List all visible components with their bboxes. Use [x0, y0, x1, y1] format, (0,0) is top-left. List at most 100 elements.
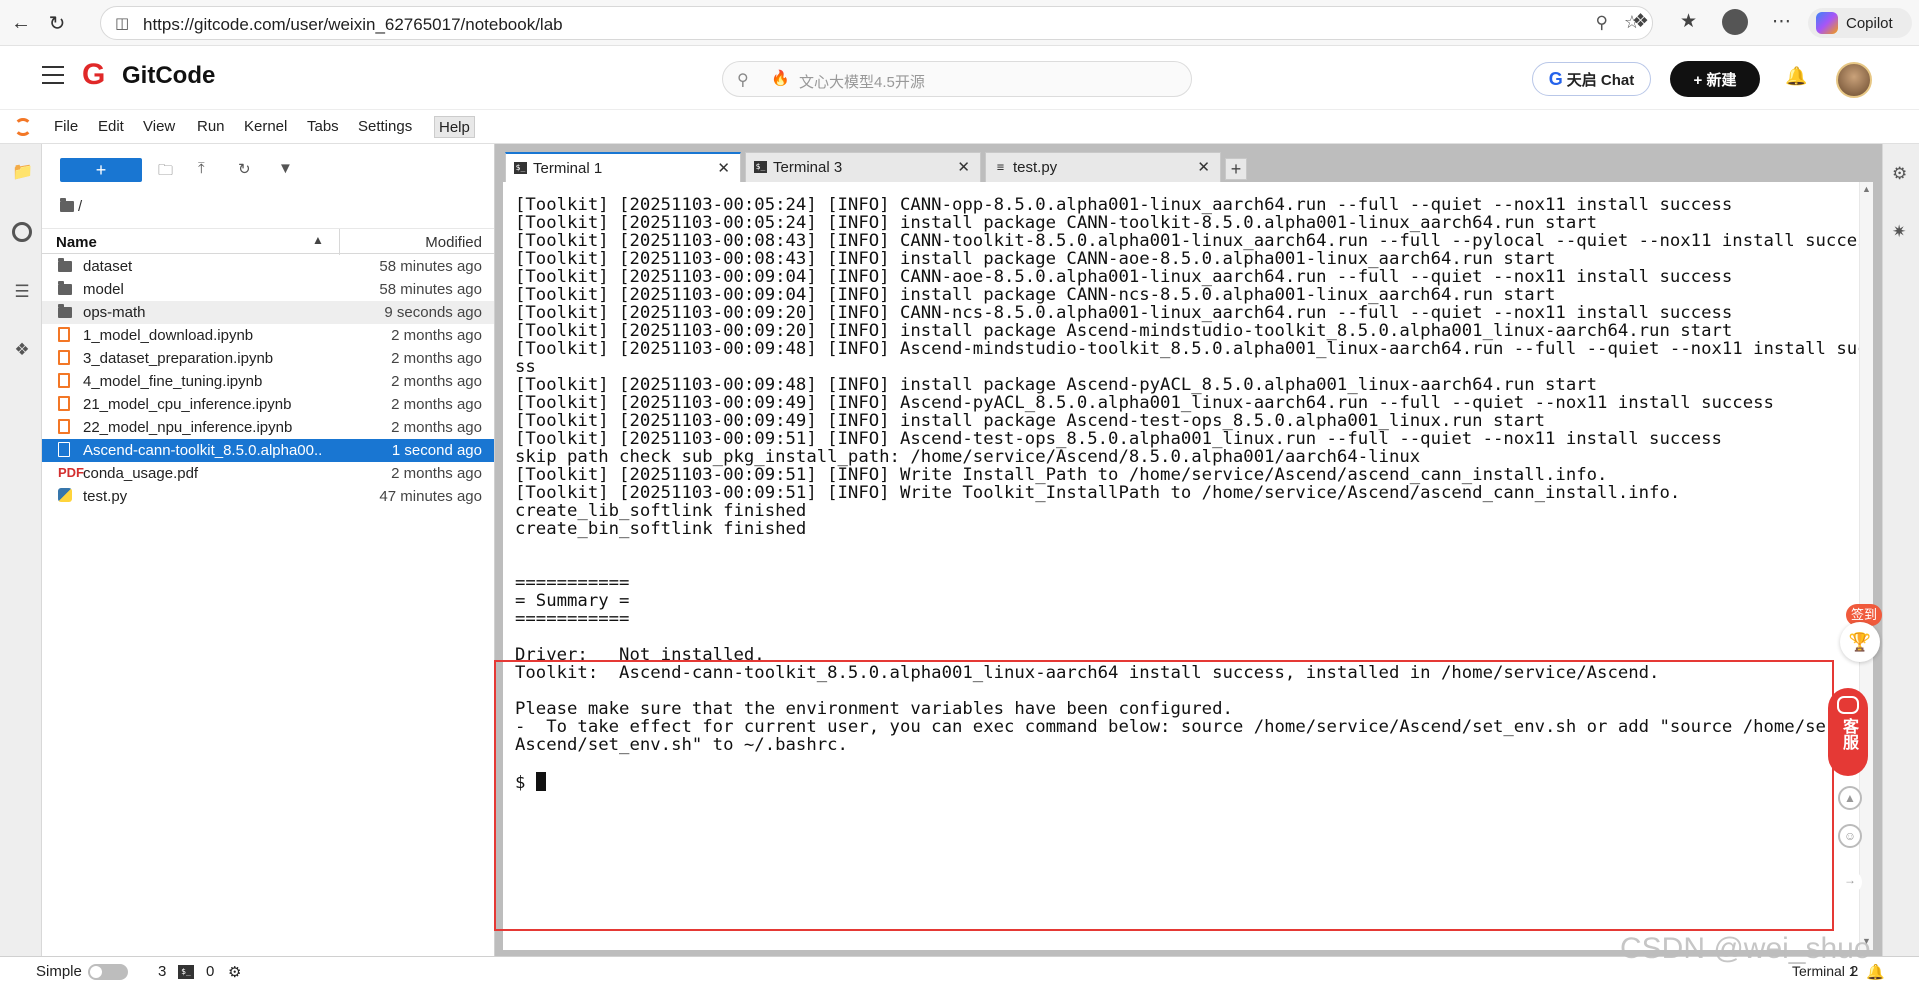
tianqi-chat-button[interactable]: G 天启 Chat — [1532, 62, 1651, 96]
menu-run[interactable]: Run — [193, 116, 229, 138]
table-of-contents-icon[interactable]: ☰ — [12, 282, 32, 302]
terminal-line: - To take effect for current user, you c… — [515, 717, 1873, 737]
terminal-line: Please make sure that the environment va… — [515, 699, 1233, 719]
left-activity-bar: 📁 ☰ ❖ — [0, 144, 42, 956]
terminal-line: [Toolkit] [20251103-00:09:04] [INFO] CAN… — [515, 267, 1733, 287]
property-inspector-gear-icon[interactable]: ⚙ — [1892, 164, 1907, 184]
profile-avatar[interactable] — [1722, 9, 1748, 35]
terminal-count[interactable]: 0 — [206, 963, 214, 980]
modified-column-header[interactable]: Modified — [425, 234, 482, 251]
copilot-button[interactable]: Copilot — [1808, 8, 1912, 38]
file-row[interactable]: ops-math 9 seconds ago — [42, 301, 494, 324]
trophy-icon[interactable]: 🏆 — [1840, 622, 1880, 662]
file-row[interactable]: 21_model_cpu_inference.ipynb 2 months ago — [42, 393, 494, 416]
terminal-line: [Toolkit] [20251103-00:05:24] [INFO] ins… — [515, 213, 1598, 233]
address-bar[interactable]: ◫ https://gitcode.com/user/weixin_627650… — [100, 6, 1653, 40]
pdf-icon: PDF — [58, 465, 84, 480]
customer-service-button[interactable]: 客服 — [1828, 688, 1868, 776]
ai-assistant-icon[interactable]: ▲ — [1838, 786, 1862, 810]
terminal-output[interactable]: [Toolkit] [20251103-00:05:24] [INFO] CAN… — [503, 182, 1873, 950]
file-row[interactable]: model 58 minutes ago — [42, 278, 494, 301]
file-row-selected[interactable]: Ascend-cann-toolkit_8.5.0.alpha00... 1 se… — [42, 439, 494, 462]
zoom-icon[interactable]: ⚲ — [1596, 13, 1608, 33]
new-folder-icon[interactable]: 🗀 — [158, 160, 173, 185]
tab-bar: $_ Terminal 1 ✕ $_ Terminal 3 ✕ ≡ test.p… — [505, 152, 1882, 183]
folder-icon — [60, 198, 74, 212]
chat-bubble-icon — [1837, 696, 1859, 714]
more-options-icon[interactable]: ⋯ — [1772, 10, 1791, 33]
folder-icon[interactable]: 📁 — [12, 162, 33, 182]
running-kernels-icon[interactable] — [12, 222, 32, 242]
menu-tabs[interactable]: Tabs — [303, 116, 343, 138]
copilot-icon — [1816, 12, 1838, 34]
file-row[interactable]: PDF conda_usage.pdf 2 months ago — [42, 462, 494, 485]
bell-icon[interactable]: 🔔 — [1785, 66, 1807, 87]
file-modified: 2 months ago — [391, 465, 482, 482]
extensions-icon[interactable]: ❖ — [1632, 10, 1649, 33]
site-search-input[interactable]: ⚲ 🔥 文心大模型4.5开源 — [722, 61, 1192, 97]
file-row[interactable]: 1_model_download.ipynb 2 months ago — [42, 324, 494, 347]
terminal-icon: $_ — [754, 161, 767, 173]
reload-icon[interactable]: ↻ — [42, 8, 72, 38]
tab-label: Terminal 1 — [533, 160, 603, 177]
terminal-prompt[interactable]: $ — [515, 772, 1873, 792]
tab-terminal-3[interactable]: $_ Terminal 3 ✕ — [745, 152, 981, 182]
kernel-status-icon[interactable]: ⚙ — [228, 963, 241, 981]
file-modified: 9 seconds ago — [384, 304, 482, 321]
terminal-line: [Toolkit] [20251103-00:09:20] [INFO] ins… — [515, 321, 1733, 341]
debugger-bug-icon[interactable]: ✷ — [1892, 222, 1906, 242]
new-launcher-button[interactable]: + — [60, 158, 142, 182]
scroll-up-icon[interactable]: ▲ — [1862, 184, 1871, 194]
tab-test-py[interactable]: ≡ test.py ✕ — [985, 152, 1221, 182]
sort-ascending-icon[interactable]: ▲ — [312, 233, 324, 247]
breadcrumb[interactable]: / — [60, 198, 82, 215]
file-row[interactable]: 3_dataset_preparation.ipynb 2 months ago — [42, 347, 494, 370]
name-column-header[interactable]: Name — [56, 234, 97, 251]
column-divider[interactable] — [339, 229, 340, 255]
watermark: CSDN @wei_shuo — [1620, 932, 1871, 965]
menu-kernel[interactable]: Kernel — [240, 116, 291, 138]
refresh-icon[interactable]: ↻ — [238, 160, 251, 178]
breadcrumb-root[interactable]: / — [78, 198, 82, 215]
close-icon[interactable]: ✕ — [1197, 158, 1210, 176]
jupyter-logo-icon — [14, 118, 32, 136]
terminal-line: create_bin_softlink finished — [515, 519, 807, 539]
simple-mode-toggle[interactable] — [88, 964, 128, 980]
file-row[interactable]: 4_model_fine_tuning.ipynb 2 months ago — [42, 370, 494, 393]
menu-help[interactable]: Help — [434, 116, 475, 138]
upload-icon[interactable]: ⤒ — [198, 160, 205, 177]
tab-terminal-1[interactable]: $_ Terminal 1 ✕ — [505, 152, 741, 183]
kernel-count[interactable]: 3 — [158, 963, 166, 980]
gitcode-brand[interactable]: GitCode — [122, 62, 215, 90]
smiley-feedback-icon[interactable]: ☺ — [1838, 824, 1862, 848]
menu-view[interactable]: View — [139, 116, 179, 138]
file-name: 4_model_fine_tuning.ipynb — [83, 373, 263, 390]
file-modified: 2 months ago — [391, 419, 482, 436]
close-icon[interactable]: ✕ — [957, 158, 970, 176]
gitcode-logo-icon[interactable]: G — [82, 60, 112, 90]
back-icon[interactable]: ← — [6, 8, 36, 38]
user-avatar[interactable] — [1836, 62, 1872, 98]
menu-hamburger-icon[interactable] — [42, 66, 64, 84]
menu-file[interactable]: File — [50, 116, 82, 138]
file-name: dataset — [83, 258, 133, 275]
file-row[interactable]: 22_model_npu_inference.ipynb 2 months ago — [42, 416, 494, 439]
add-tab-icon[interactable]: + — [1225, 158, 1247, 180]
close-icon[interactable]: ✕ — [717, 159, 730, 177]
favorites-icon[interactable]: ★ — [1680, 10, 1697, 33]
file-row[interactable]: dataset 58 minutes ago — [42, 255, 494, 278]
file-row[interactable]: test.py 47 minutes ago — [42, 485, 494, 508]
site-info-icon[interactable]: ◫ — [115, 14, 129, 32]
new-button[interactable]: + 新建 — [1670, 61, 1760, 97]
service-label: 客服 — [1840, 718, 1857, 750]
extension-puzzle-icon[interactable]: ❖ — [12, 340, 32, 360]
file-browser: + 🗀 ⤒ ↻ ▼ / Name ▲ Modified dataset 58 mi… — [42, 144, 495, 956]
menu-settings[interactable]: Settings — [354, 116, 416, 138]
terminal-icon: $_ — [178, 965, 194, 979]
menu-edit[interactable]: Edit — [94, 116, 128, 138]
arrow-right-icon[interactable]: → — [1838, 870, 1862, 894]
filter-icon[interactable]: ▼ — [278, 160, 293, 177]
file-modified: 2 months ago — [391, 396, 482, 413]
